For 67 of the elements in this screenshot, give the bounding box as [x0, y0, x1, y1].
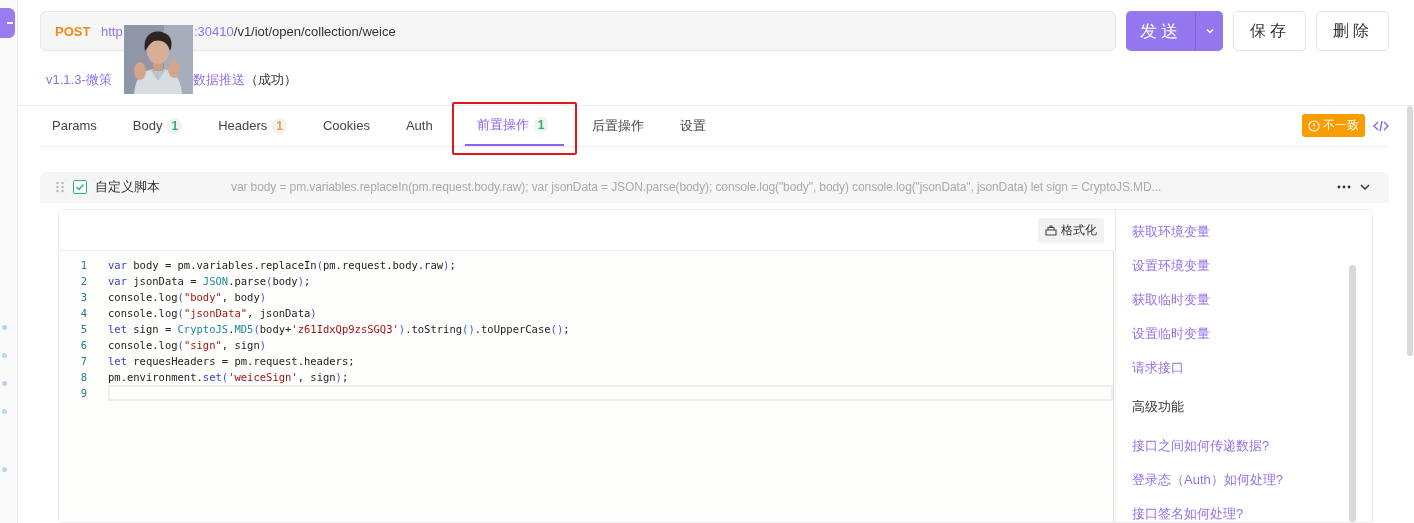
code-icon[interactable]	[1373, 119, 1389, 132]
tab[interactable]: Params	[40, 105, 113, 146]
tab[interactable]: 前置操作 1	[464, 105, 565, 146]
line-number: 7	[79, 355, 87, 367]
tab[interactable]: Auth	[393, 105, 449, 146]
dot-icon	[2, 325, 7, 330]
line-number: 5	[79, 323, 87, 335]
line-number: 8	[79, 371, 87, 383]
code-line: console.log("jsonData", jsonData)	[108, 307, 317, 319]
tab[interactable]: Cookies	[310, 105, 386, 146]
line-number: 9	[79, 387, 87, 399]
url-field[interactable]: POST http :30410/v1/iot/open/collection/weice	[40, 11, 1116, 51]
code-line: console.log("body", body)	[108, 291, 267, 303]
code-line: var jsonData = JSON.parse(body);	[108, 275, 311, 287]
snippet-link[interactable]: 接口签名如何处理?	[1132, 505, 1372, 522]
more-icon[interactable]	[1337, 185, 1351, 190]
count-badge: 1	[272, 117, 287, 134]
code-line: let requesHeaders = pm.request.headers;	[108, 355, 355, 367]
count-badge: 1	[533, 116, 549, 133]
dot-icon	[2, 353, 7, 358]
line-number: 2	[79, 275, 87, 287]
dot-icon	[2, 381, 7, 386]
checkbox[interactable]	[73, 180, 87, 195]
count-badge: 1	[167, 117, 183, 134]
code-line: pm.environment.set('weiceSign', sign);	[108, 371, 349, 383]
chevron-icon	[1204, 26, 1215, 36]
code-line: let sign = CryptoJS.MD5(body+'z61IdxQp9zsSGQ3').toString().toUpperCase();	[108, 323, 570, 335]
api-name: 数据推送	[193, 71, 245, 90]
script-name: 自定义脚本	[95, 178, 161, 197]
dropdown-button[interactable]	[1195, 11, 1223, 51]
dot-icon	[2, 409, 7, 414]
status-text: （成功）	[245, 71, 297, 90]
script-header[interactable]: 自定义脚本 var body = pm.variables.replaceIn(pm.request.body.raw); var jsonData = JSON.parse(body); console.log("body", body) console.log("jsonData", jsonData) let sign = CryptoJS.MD...	[40, 171, 1389, 203]
tab[interactable]: 设置	[668, 105, 723, 146]
snippet-link[interactable]: 登录态（Auth）如何处理?	[1132, 471, 1372, 488]
section-heading: 高级功能	[1132, 398, 1185, 415]
collapse-icon[interactable]	[1359, 182, 1371, 193]
code-line: var body = pm.variables.replaceIn(pm.request.body.raw);	[108, 259, 456, 271]
alert-icon	[1308, 119, 1320, 132]
method-label: POST	[55, 23, 92, 39]
scrollbar[interactable]	[1349, 265, 1356, 522]
script-preview: var body = pm.variables.replaceIn(pm.request.body.raw); var jsonData = JSON.parse(body); console.log("body", body) console.log("jsonData", jsonData) let sign = CryptoJS.MD...	[231, 180, 1163, 195]
action-button[interactable]: 保存	[1233, 11, 1306, 51]
action-button[interactable]: 删除	[1316, 11, 1389, 51]
snippet-link[interactable]: 获取环境变量	[1132, 223, 1372, 240]
tab[interactable]: 后置操作	[580, 105, 661, 146]
url-text: :30410/v1/iot/open/collection/weice	[194, 23, 397, 39]
api-name: v1.1.3-微策	[46, 71, 113, 90]
line-number: 4	[79, 307, 87, 319]
code-line: console.log("sign", sign)	[108, 339, 267, 351]
line-number: 1	[79, 259, 87, 271]
snippet-link[interactable]: 请求接口	[1132, 359, 1372, 376]
snippet-link[interactable]: 设置环境变量	[1132, 257, 1372, 274]
add-button[interactable]	[0, 8, 15, 38]
url-text: http	[101, 23, 124, 39]
format-button[interactable]: 格式化	[1038, 217, 1104, 243]
snippet-link[interactable]: 获取临时变量	[1132, 291, 1372, 308]
check-icon	[75, 182, 85, 193]
scrollbar[interactable]	[1407, 106, 1413, 356]
tab[interactable]: Body 1	[120, 105, 199, 146]
snippet-link[interactable]: 接口之间如何传递数据?	[1132, 437, 1372, 454]
snippet-link[interactable]: 设置临时变量	[1132, 325, 1372, 342]
drag-handle-icon[interactable]	[55, 180, 65, 195]
line-number: 3	[79, 291, 87, 303]
line-number: 6	[79, 339, 87, 351]
dot-icon	[2, 467, 7, 472]
tab[interactable]: Headers 1	[206, 105, 303, 146]
